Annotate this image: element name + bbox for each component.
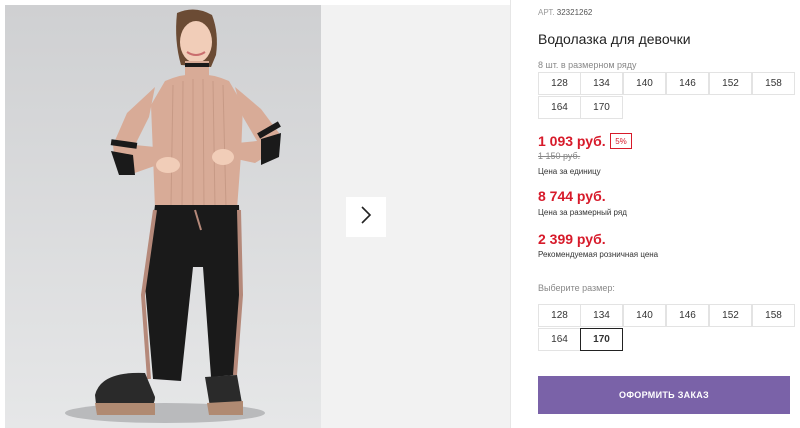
product-photo[interactable] [5, 5, 321, 428]
size-set-caption: 8 шт. в размерном ряду [538, 60, 637, 70]
chevron-right-icon [360, 205, 372, 229]
set-price: 8 744 руб. [538, 188, 606, 204]
size-option[interactable]: 152 [709, 304, 752, 327]
size-set-cell: 164 [538, 96, 581, 119]
size-option-selected[interactable]: 170 [580, 328, 623, 351]
size-option[interactable]: 134 [580, 304, 623, 327]
size-picker-caption: Выберите размер: [538, 283, 615, 293]
size-option[interactable]: 128 [538, 304, 581, 327]
size-set-cell: 158 [752, 72, 795, 95]
old-price: 1 150 руб. [538, 151, 581, 161]
size-option[interactable]: 158 [752, 304, 795, 327]
place-order-button[interactable]: ОФОРМИТЬ ЗАКАЗ [538, 376, 790, 414]
article-value: 32321262 [556, 8, 593, 17]
size-set-cell: 170 [580, 96, 623, 119]
next-image-button[interactable] [346, 197, 386, 237]
panel-divider [510, 0, 511, 428]
size-set-cell: 134 [580, 72, 623, 95]
size-option[interactable]: 140 [623, 304, 666, 327]
unit-price: 1 093 руб. [538, 133, 606, 149]
article-number: АРТ. 32321262 [538, 8, 592, 17]
size-option[interactable]: 164 [538, 328, 581, 351]
product-photo-image [5, 5, 321, 428]
retail-price: 2 399 руб. [538, 231, 606, 247]
discount-badge: 5% [610, 133, 632, 149]
size-set-cell: 128 [538, 72, 581, 95]
size-set-cell: 146 [666, 72, 709, 95]
set-price-label: Цена за размерный ряд [538, 208, 627, 217]
retail-price-label: Рекомендуемая розничная цена [538, 250, 659, 259]
size-set-cell: 140 [623, 72, 666, 95]
article-label: АРТ. [538, 8, 555, 17]
size-set-cell: 152 [709, 72, 752, 95]
product-gallery [0, 0, 510, 428]
size-option[interactable]: 146 [666, 304, 709, 327]
unit-price-label: Цена за единицу [538, 167, 601, 176]
product-title: Водолазка для девочки [538, 31, 691, 47]
